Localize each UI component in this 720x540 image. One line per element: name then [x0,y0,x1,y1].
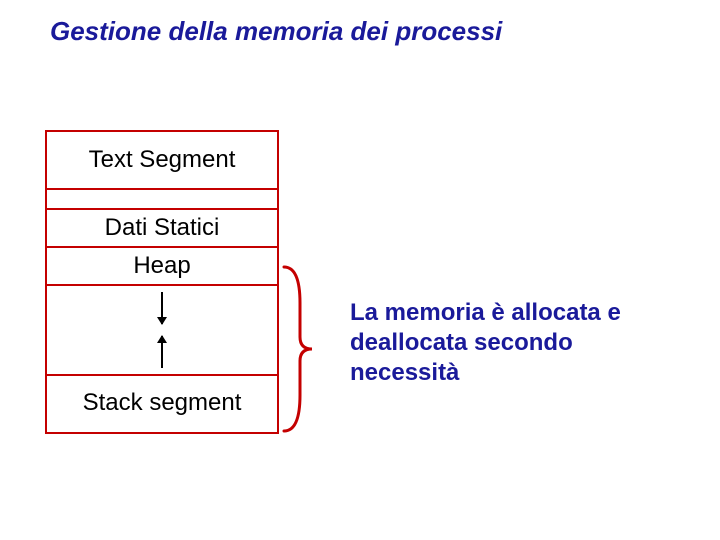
free-space-box [47,286,277,376]
stack-grows-up-arrow-icon [161,336,163,368]
slide-title: Gestione della memoria dei processi [50,16,502,47]
annotation-text: La memoria è allocata e deallocata secon… [350,298,670,388]
heap-grows-down-arrow-icon [161,292,163,324]
stack-segment-box: Stack segment [47,376,277,432]
static-data-box: Dati Statici [47,210,277,248]
text-segment-box: Text Segment [47,132,277,190]
brace-icon [276,263,316,435]
memory-layout-diagram: Text Segment Dati Statici Heap Stack seg… [45,130,279,434]
spacer-row [47,190,277,210]
heap-box: Heap [47,248,277,286]
